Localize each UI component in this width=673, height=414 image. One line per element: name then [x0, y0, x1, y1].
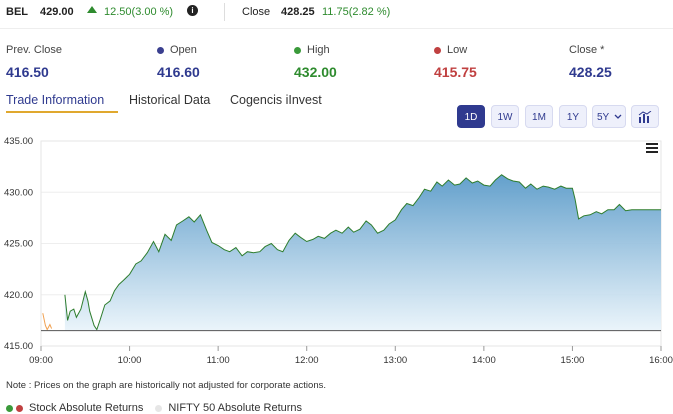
intraday-chart[interactable]: 435.00 430.00 425.00 420.00 415.00 09:00 10:0… — [0, 130, 673, 375]
price-area — [64, 174, 661, 331]
stat-low: Low 415.75 — [434, 43, 477, 80]
header-divider-line — [0, 28, 673, 29]
y-tick-label: 435.00 — [4, 136, 33, 147]
open-dot-icon — [157, 46, 164, 54]
range-1m-button[interactable]: 1M — [525, 105, 553, 128]
stat-prev-close: Prev. Close 416.50 — [6, 43, 62, 80]
range-1d-button[interactable]: 1D — [457, 105, 485, 128]
tab-historical-data[interactable]: Historical Data — [129, 93, 210, 107]
stat-close: Close * 428.25 — [569, 43, 612, 80]
legend-stock-red-dot-icon[interactable] — [16, 404, 23, 412]
range-1y-button[interactable]: 1Y — [559, 105, 587, 128]
stat-label: Open — [170, 44, 197, 56]
x-tick-label: 09:00 — [29, 355, 53, 366]
x-tick-label: 14:00 — [472, 355, 496, 366]
y-tick-label: 420.00 — [4, 290, 33, 301]
stat-label: High — [307, 44, 330, 56]
low-dot-icon — [434, 46, 441, 54]
up-arrow-icon — [87, 6, 97, 13]
info-icon[interactable]: i — [187, 5, 198, 16]
price-chart-svg: 435.00 430.00 425.00 420.00 415.00 09:00 10:0… — [4, 136, 673, 366]
y-tick-label: 430.00 — [4, 187, 33, 198]
header-divider — [224, 3, 225, 21]
y-tick-label: 425.00 — [4, 239, 33, 250]
range-1w-button[interactable]: 1W — [491, 105, 519, 128]
x-tick-label: 10:00 — [118, 355, 142, 366]
tab-trade-information[interactable]: Trade Information — [6, 93, 104, 107]
legend-nifty-label[interactable]: NIFTY 50 Absolute Returns — [168, 402, 302, 414]
stat-label: Low — [447, 44, 468, 56]
stat-value: 432.00 — [294, 64, 337, 80]
price-change: 12.50(3.00 %) — [104, 6, 174, 18]
chart-legend: Stock Absolute Returns NIFTY 50 Absolute… — [6, 402, 302, 414]
close-label: Close — [242, 6, 271, 18]
stock-symbol: BEL — [6, 6, 28, 18]
stat-value: 415.75 — [434, 64, 477, 80]
x-tick-label: 15:00 — [561, 355, 585, 366]
stat-high: High 432.00 — [294, 43, 337, 80]
pre-open-line — [42, 313, 53, 331]
chevron-down-icon — [614, 114, 622, 119]
legend-nifty-dot-icon[interactable] — [155, 404, 163, 412]
stat-open: Open 416.60 — [157, 43, 200, 80]
x-tick-label: 13:00 — [383, 355, 407, 366]
stat-value: 416.50 — [6, 64, 49, 80]
range-5y-dropdown[interactable]: 5Y — [592, 105, 626, 128]
stat-value: 428.25 — [569, 64, 612, 80]
high-dot-icon — [294, 46, 301, 54]
range-5y-label: 5Y — [597, 112, 610, 123]
close-value: 428.25 — [281, 6, 315, 18]
legend-stock-green-dot-icon[interactable] — [6, 404, 13, 412]
legend-stock-label[interactable]: Stock Absolute Returns — [29, 402, 143, 414]
x-tick-label: 12:00 — [295, 355, 319, 366]
chart-type-button[interactable] — [631, 105, 659, 128]
stat-label: Close * — [569, 44, 605, 56]
tab-cogencis-iinvest[interactable]: Cogencis iInvest — [230, 93, 322, 107]
x-tick-label: 16:00 — [649, 355, 673, 366]
chart-menu-icon[interactable] — [646, 143, 658, 153]
y-tick-label: 415.00 — [4, 341, 33, 352]
bar-chart-icon — [638, 110, 652, 123]
current-price: 429.00 — [40, 6, 74, 18]
chart-note: Note : Prices on the graph are historica… — [6, 380, 327, 391]
quote-header: BEL 429.00 12.50(3.00 %) i Close 428.25 … — [0, 0, 673, 26]
active-tab-underline — [6, 111, 118, 113]
x-tick-label: 11:00 — [207, 355, 230, 366]
close-change: 11.75(2.82 %) — [322, 6, 391, 18]
stat-label: Prev. Close — [6, 44, 63, 56]
stat-value: 416.60 — [157, 64, 200, 80]
